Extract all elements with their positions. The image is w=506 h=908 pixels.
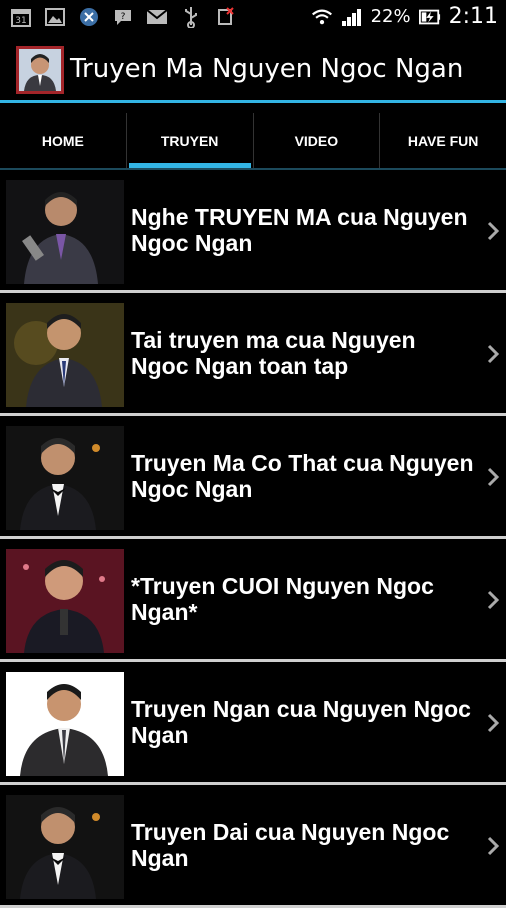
app-title: Truyen Ma Nguyen Ngoc Ngan (70, 54, 464, 84)
thumbnail (6, 303, 124, 407)
app-icon[interactable] (16, 46, 64, 94)
system-icons: 22% 2:11 (311, 4, 498, 29)
svg-text:31: 31 (15, 16, 26, 26)
status-bar: 31 ? 22% 2:11 (0, 0, 506, 36)
chevron-right-icon (487, 467, 500, 487)
tab-bar: HOME TRUYEN VIDEO HAVE FUN (0, 113, 506, 169)
signal-icon (341, 6, 363, 28)
thumbnail (6, 180, 124, 284)
list-item[interactable]: *Truyen CUOI Nguyen Ngoc Ngan* (0, 539, 506, 662)
list-item[interactable]: Tai truyen ma cua Nguyen Ngoc Ngan toan … (0, 293, 506, 416)
tab-truyen[interactable]: TRUYEN (127, 113, 254, 169)
usb-icon (180, 6, 202, 28)
list-item[interactable]: Nghe TRUYEN MA cua Nguyen Ngoc Ngan (0, 170, 506, 293)
battery-percentage: 22% (370, 6, 411, 27)
item-title: Nghe TRUYEN MA cua Nguyen Ngoc Ngan (131, 204, 468, 256)
gallery-icon (44, 6, 66, 28)
item-title: Truyen Ma Co That cua Nguyen Ngoc Ngan (131, 450, 474, 502)
tab-label: VIDEO (294, 133, 339, 149)
tab-home[interactable]: HOME (0, 113, 127, 169)
list-item[interactable]: Truyen Dai cua Nguyen Ngoc Ngan (0, 785, 506, 908)
chevron-right-icon (487, 713, 500, 733)
tab-label: HAVE FUN (407, 133, 479, 149)
thumbnail (6, 426, 124, 530)
list-item[interactable]: Truyen Ma Co That cua Nguyen Ngoc Ngan (0, 416, 506, 539)
tab-have-fun[interactable]: HAVE FUN (380, 113, 506, 169)
chevron-right-icon (487, 836, 500, 856)
wifi-icon (311, 6, 333, 28)
calendar-icon: 31 (10, 6, 32, 28)
svg-text:?: ? (121, 12, 126, 22)
action-bar-divider (0, 100, 506, 103)
list-item[interactable]: Truyen Ngan cua Nguyen Ngoc Ngan (0, 662, 506, 785)
sync-icon (78, 6, 100, 28)
thumbnail (6, 795, 124, 899)
chevron-right-icon (487, 344, 500, 364)
item-title: Truyen Ngan cua Nguyen Ngoc Ngan (131, 696, 471, 748)
item-title: Tai truyen ma cua Nguyen Ngoc Ngan toan … (131, 327, 416, 379)
thumbnail (6, 672, 124, 776)
gmail-icon (146, 6, 168, 28)
thumbnail (6, 549, 124, 653)
clock: 2:11 (448, 4, 498, 29)
no-signal-icon (214, 6, 236, 28)
battery-charging-icon (418, 6, 441, 28)
story-list: Nghe TRUYEN MA cua Nguyen Ngoc Ngan Tai … (0, 170, 506, 908)
message-icon: ? (112, 6, 134, 28)
notification-icons: 31 ? (10, 6, 236, 28)
item-title: *Truyen CUOI Nguyen Ngoc Ngan* (131, 573, 434, 625)
tab-video[interactable]: VIDEO (254, 113, 381, 169)
chevron-right-icon (487, 221, 500, 241)
item-title: Truyen Dai cua Nguyen Ngoc Ngan (131, 819, 450, 871)
tab-label: HOME (41, 133, 84, 149)
tab-label: TRUYEN (160, 133, 219, 149)
chevron-right-icon (487, 590, 500, 610)
